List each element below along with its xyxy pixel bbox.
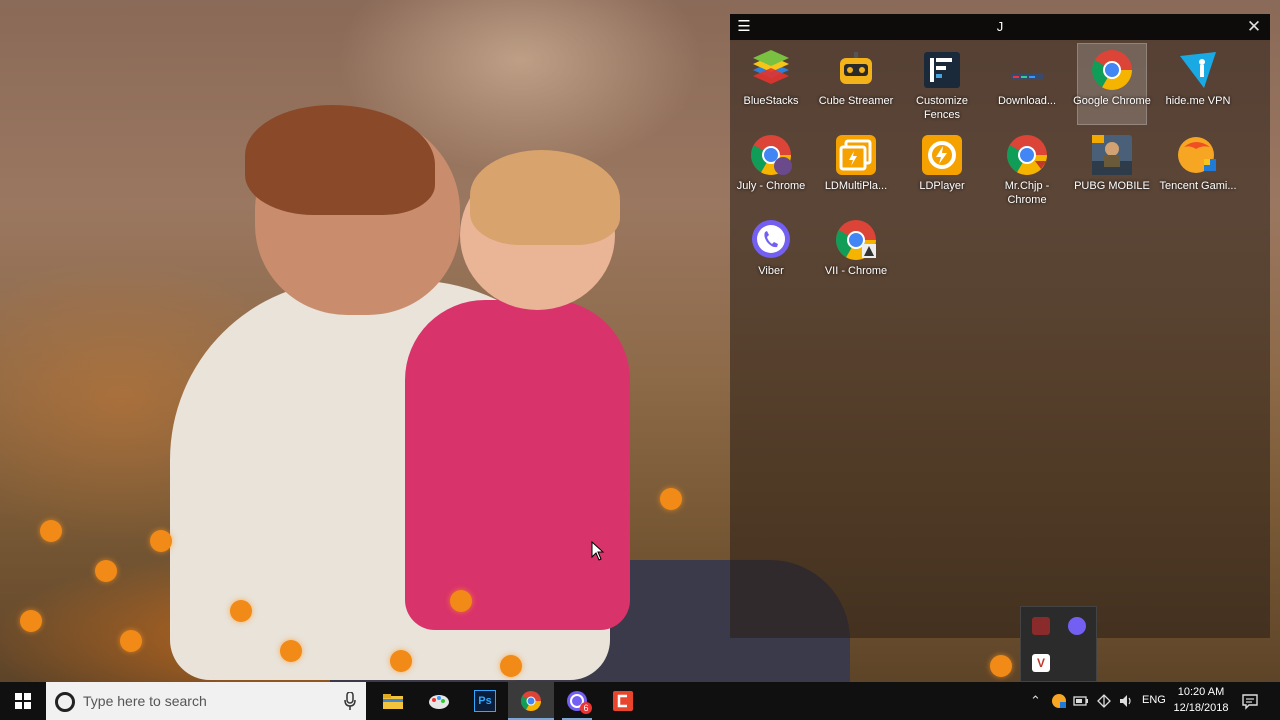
cortana-icon — [55, 692, 75, 712]
tencent-gaming-icon — [1178, 137, 1216, 173]
desktop-shortcut-tencent-gaming[interactable]: Tencent Gami... — [1159, 129, 1237, 209]
desktop-shortcut-ldplayer[interactable]: LDPlayer — [908, 129, 976, 209]
shortcut-label: Tencent Gami... — [1159, 180, 1237, 192]
shortcut-label: Cube Streamer — [818, 95, 894, 107]
wallpaper-flower — [40, 520, 62, 542]
taskbar-file-explorer[interactable] — [370, 682, 416, 720]
notification-badge: 6 — [580, 702, 592, 714]
wallpaper-flower — [390, 650, 412, 672]
v-app-tray-icon[interactable]: V — [1032, 654, 1050, 672]
volume-icon[interactable] — [1118, 693, 1134, 709]
taskbar: Type here to search Ps 6 ⌃ ENG 10:20 AM … — [0, 682, 1280, 720]
shortcut-label: BlueStacks — [743, 95, 799, 107]
wallpaper-flower — [660, 488, 682, 510]
shortcut-label: Download... — [997, 95, 1057, 107]
shortcut-label: Viber — [758, 265, 784, 277]
taskbar-paint-3d[interactable] — [416, 682, 462, 720]
wallpaper-flower — [20, 610, 42, 632]
tray-app-icon[interactable] — [1032, 617, 1050, 635]
wallpaper-flower — [120, 630, 142, 652]
show-hidden-icons-chevron-icon[interactable]: ⌃ — [1030, 691, 1041, 711]
shortcut-label: LDMultiPla... — [824, 180, 888, 192]
chrome-icon — [1092, 50, 1132, 90]
red-app-icon — [613, 691, 633, 711]
network-icon[interactable] — [1096, 693, 1112, 709]
shortcut-label: Mr.Chjp - Chrome — [1004, 180, 1050, 206]
desktop-shortcut-ldmultiplayer[interactable]: LDMultiPla... — [822, 129, 890, 209]
shortcut-label: Customize Fences — [916, 95, 968, 121]
chrome-icon — [521, 691, 541, 711]
desktop-shortcut-download[interactable]: Download... — [993, 44, 1061, 124]
wallpaper-girl-hair — [470, 150, 620, 245]
mouse-cursor-icon — [591, 541, 605, 561]
chrome-profile-icon — [1007, 135, 1047, 175]
shortcut-label: Google Chrome — [1073, 95, 1151, 107]
fences-panel[interactable]: ☰ J ✕ BlueStacks Cube Streamer Customize… — [730, 14, 1270, 638]
viber-tray-icon[interactable] — [1068, 617, 1086, 635]
taskbar-chrome[interactable] — [508, 682, 554, 720]
microphone-icon[interactable] — [344, 692, 356, 710]
wallpaper-girl-dress — [405, 300, 630, 630]
desktop-shortcut-july-chrome[interactable]: July - Chrome — [737, 129, 805, 209]
pubg-mobile-icon — [1092, 135, 1132, 175]
start-button[interactable] — [0, 682, 46, 720]
windows-logo-icon — [15, 693, 31, 709]
folder-icon — [383, 694, 403, 709]
wallpaper-flower — [500, 655, 522, 677]
desktop-shortcut-cube-streamer[interactable]: Cube Streamer — [819, 44, 893, 124]
close-icon[interactable]: ✕ — [1246, 18, 1262, 36]
desktop-shortcut-bluestacks[interactable]: BlueStacks — [737, 44, 805, 124]
action-center-icon[interactable] — [1240, 691, 1260, 711]
fences-icon — [924, 52, 960, 88]
input-language-indicator[interactable]: ENG — [1142, 694, 1166, 706]
taskbar-photoshop[interactable]: Ps — [462, 682, 508, 720]
hideme-vpn-icon — [1180, 52, 1216, 88]
chrome-profile-icon — [836, 220, 876, 260]
wallpaper-flower — [990, 655, 1012, 677]
taskbar-viber[interactable]: 6 — [554, 682, 600, 720]
clock-date[interactable]: 12/18/2018 — [1168, 702, 1234, 714]
bluestacks-icon — [753, 50, 789, 84]
shortcut-label: LDPlayer — [919, 180, 965, 192]
shortcut-label: VII - Chrome — [824, 265, 888, 277]
paint-icon — [429, 695, 449, 709]
taskbar-search-box[interactable]: Type here to search — [46, 682, 366, 720]
clock-time[interactable]: 10:20 AM — [1168, 686, 1234, 698]
desktop-shortcut-mrchjp-chrome[interactable]: Mr.Chjp - Chrome — [993, 129, 1061, 209]
wallpaper-man-hair — [245, 105, 435, 215]
photoshop-icon: Ps — [474, 690, 496, 712]
chrome-profile-icon — [751, 135, 792, 175]
tencent-tray-icon[interactable] — [1051, 693, 1067, 709]
ldplayer-icon — [922, 135, 962, 175]
wallpaper-flower — [280, 640, 302, 662]
search-placeholder: Type here to search — [83, 693, 207, 709]
desktop-shortcut-vii-chrome[interactable]: VII - Chrome — [822, 214, 890, 294]
tray-overflow-popup[interactable]: V — [1020, 606, 1097, 682]
viber-icon — [752, 220, 790, 258]
download-shortcut-icon — [1011, 74, 1043, 80]
wallpaper-flower — [95, 560, 117, 582]
battery-icon[interactable] — [1073, 694, 1089, 708]
fence-titlebar[interactable]: ☰ J ✕ — [730, 14, 1270, 40]
shortcut-label: July - Chrome — [736, 180, 806, 192]
taskbar-red-app[interactable] — [600, 682, 646, 720]
desktop-shortcut-customize-fences[interactable]: Customize Fences — [908, 44, 976, 124]
desktop-shortcut-google-chrome[interactable]: Google Chrome — [1073, 43, 1151, 125]
desktop-shortcut-pubg-mobile[interactable]: PUBG MOBILE — [1074, 129, 1150, 209]
desktop-shortcut-viber[interactable]: Viber — [737, 214, 805, 294]
shortcut-label: hide.me VPN — [1165, 95, 1231, 107]
wallpaper-flower — [450, 590, 472, 612]
ldmultiplayer-icon — [836, 135, 876, 175]
cube-streamer-icon — [840, 52, 872, 84]
wallpaper-flower — [230, 600, 252, 622]
shortcut-label: PUBG MOBILE — [1074, 180, 1150, 192]
fence-title: J — [996, 19, 1004, 34]
wallpaper-flower — [150, 530, 172, 552]
desktop-shortcut-hideme-vpn[interactable]: hide.me VPN — [1164, 44, 1232, 124]
